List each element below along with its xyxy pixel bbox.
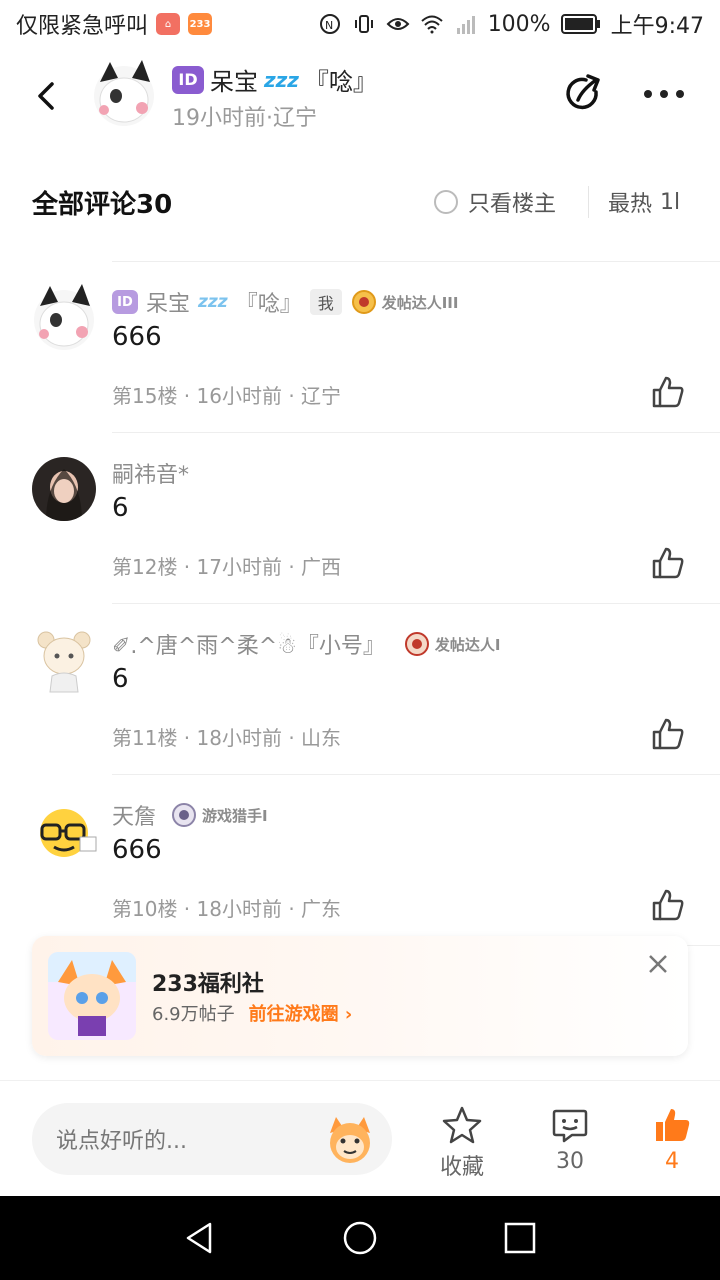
thumbs-up-icon[interactable] — [650, 545, 686, 581]
comment-count: 30 — [556, 1149, 584, 1174]
like-button[interactable]: 4 — [632, 1105, 712, 1185]
commenter-name-row[interactable]: ✐.^唐^雨^柔^☃『小号』 发帖达人I — [112, 628, 500, 660]
game-circle-subtitle: 6.9万帖子 前往游戏圈 › — [152, 1000, 352, 1026]
commenter-name-row[interactable]: 天詹 游戏猎手I — [112, 799, 268, 831]
commenter-name-row[interactable]: ID 呆宝 zzz 『唸』 我 发帖达人III — [112, 286, 458, 318]
sort-icon: 1l — [660, 189, 681, 215]
battery-icon — [560, 14, 600, 34]
comment-meta: 第10楼 · 18小时前 · 广东 — [112, 897, 342, 921]
commenter-name: 天詹 — [112, 805, 157, 830]
nfc-icon: N — [319, 14, 340, 34]
back-button[interactable] — [28, 76, 68, 116]
sort-label: 最热 — [608, 192, 653, 217]
post-time-location: 19小时前·辽宁 — [172, 106, 317, 131]
thumbs-up-icon[interactable] — [650, 374, 686, 410]
comment-text: 666 — [112, 322, 162, 352]
thumbs-up-filled-icon — [656, 1109, 690, 1141]
sort-button[interactable]: 最热 1l — [608, 186, 680, 218]
star-icon — [442, 1106, 482, 1144]
owner-only-label: 只看楼主 — [468, 192, 557, 217]
comment-icon — [552, 1109, 588, 1143]
commenter-name: 嗣祎音* — [112, 463, 190, 488]
medal-badge: 游戏猎手I — [170, 801, 268, 829]
me-tag: 我 — [309, 289, 342, 315]
thumbs-up-icon[interactable] — [650, 716, 686, 752]
game-circle-banner[interactable]: 233福利社 6.9万帖子 前往游戏圈 › — [32, 936, 688, 1056]
comments-title: 全部评论30 — [32, 190, 173, 220]
app-notification-icon: ⌂ — [156, 13, 181, 35]
nav-back-icon[interactable] — [182, 1220, 218, 1256]
author-name: 呆宝 — [210, 68, 258, 96]
sleep-icon: zzz — [198, 292, 228, 312]
commenter-avatar[interactable] — [28, 274, 100, 358]
medal-badge: 发帖达人I — [403, 630, 501, 658]
medal-label: 发帖达人III — [381, 293, 459, 312]
comment-text: 666 — [112, 835, 162, 865]
status-bar: 仅限紧急呼叫 ⌂ 233 N 100% 上午9:47 — [0, 0, 720, 48]
id-badge-icon: ID — [112, 290, 138, 314]
share-icon[interactable] — [562, 72, 606, 116]
medal-label: 游戏猎手I — [202, 806, 268, 825]
commenter-avatar[interactable] — [34, 797, 98, 861]
comment-input[interactable]: 说点好听的... — [32, 1103, 392, 1175]
comment-item: ✐.^唐^雨^柔^☃『小号』 发帖达人I 6 第11楼 · 18小时前 · 山东 — [0, 604, 720, 774]
comment-meta: 第12楼 · 17小时前 · 广西 — [112, 555, 342, 579]
nav-home-icon[interactable] — [342, 1220, 378, 1256]
comment-input-placeholder: 说点好听的... — [56, 1129, 187, 1154]
medal-icon — [404, 632, 429, 656]
comment-button[interactable]: 30 — [530, 1105, 610, 1185]
svg-text:N: N — [325, 19, 333, 32]
medal-icon — [172, 803, 197, 827]
app-233-icon: 233 — [188, 13, 213, 35]
radio-icon — [434, 190, 458, 214]
commenter-name-row[interactable]: 嗣祎音* — [112, 457, 189, 489]
post-count: 6.9万帖子 — [152, 1004, 235, 1025]
comment-text: 6 — [112, 664, 129, 694]
go-to-circle-link[interactable]: 前往游戏圈 › — [249, 1000, 353, 1026]
divider — [588, 186, 589, 218]
nav-recents-icon[interactable] — [502, 1220, 538, 1256]
sleep-icon: zzz — [264, 67, 299, 92]
battery-percent: 100% — [487, 11, 551, 37]
author-avatar[interactable] — [88, 52, 160, 132]
favorite-button[interactable]: 收藏 — [422, 1105, 502, 1185]
comments-toolbar: 全部评论30 只看楼主 最热 1l — [0, 172, 720, 232]
favorite-label: 收藏 — [439, 1155, 484, 1180]
bottom-action-bar: 说点好听的... 收藏 30 4 — [0, 1080, 720, 1196]
author-name-row[interactable]: ID 呆宝 zzz 『唸』 — [172, 62, 377, 97]
clock: 上午9:47 — [610, 14, 704, 39]
vibrate-icon — [354, 15, 373, 33]
signal-icon — [456, 16, 475, 34]
author-suffix: 『唸』 — [304, 68, 377, 96]
comment-item: 天詹 游戏猎手I 666 第10楼 · 18小时前 · 广东 — [0, 775, 720, 945]
commenter-name: 呆宝 — [146, 292, 191, 317]
comment-text: 6 — [112, 493, 129, 523]
commenter-avatar[interactable] — [34, 626, 94, 694]
more-options-button[interactable] — [640, 76, 688, 112]
emergency-call-text: 仅限紧急呼叫 — [16, 14, 149, 39]
medal-label: 发帖达人I — [434, 635, 501, 654]
game-circle-title: 233福利社 — [152, 972, 264, 997]
post-header: ID 呆宝 zzz 『唸』 19小时前·辽宁 — [0, 48, 720, 144]
wifi-icon — [421, 15, 443, 34]
comment-meta: 第11楼 · 18小时前 · 山东 — [112, 726, 342, 750]
comment-item: ID 呆宝 zzz 『唸』 我 发帖达人III 666 第15楼 · 16小时前… — [0, 262, 720, 432]
emoji-icon[interactable] — [322, 1111, 378, 1167]
comment-item: 嗣祎音* 6 第12楼 · 17小时前 · 广西 — [0, 433, 720, 603]
id-badge-icon: ID — [172, 65, 204, 94]
commenter-name: ✐.^唐^雨^柔^☃『小号』 — [112, 634, 385, 659]
like-count: 4 — [665, 1149, 679, 1174]
thumbs-up-icon[interactable] — [650, 887, 686, 923]
commenter-avatar[interactable] — [32, 457, 96, 521]
eye-icon — [386, 18, 410, 30]
medal-badge: 发帖达人III — [350, 288, 459, 316]
commenter-name-suffix: 『唸』 — [235, 292, 302, 317]
medal-icon — [351, 290, 376, 314]
owner-only-toggle[interactable]: 只看楼主 — [434, 186, 556, 218]
comment-meta: 第15楼 · 16小时前 · 辽宁 — [112, 384, 342, 408]
close-icon[interactable] — [646, 952, 670, 976]
game-circle-image — [48, 952, 136, 1040]
system-nav-bar — [0, 1196, 720, 1280]
